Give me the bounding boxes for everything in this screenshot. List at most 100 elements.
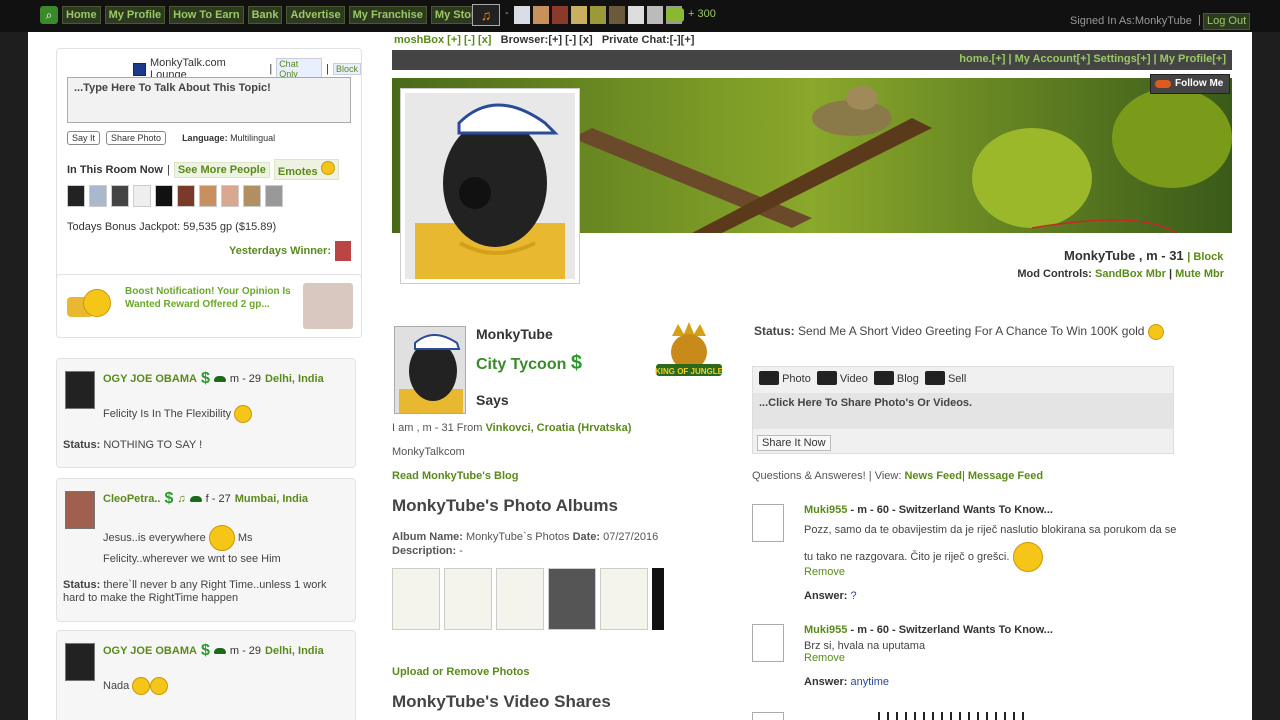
- boost-notification[interactable]: Boost Notification! Your Opinion Is Want…: [56, 274, 362, 338]
- online-users-strip: [514, 6, 682, 24]
- nav-how-to-earn-button[interactable]: How To Earn: [169, 6, 244, 24]
- online-user-avatar[interactable]: [590, 6, 606, 24]
- profile-username: MonkyTube: [476, 326, 553, 342]
- nav-my-profile-button[interactable]: My Profile: [104, 6, 166, 24]
- nav-home-button[interactable]: Home: [62, 6, 101, 24]
- block-button[interactable]: Block: [333, 63, 362, 75]
- lounge-panel: MonkyTalk.com Lounge | Chat Only | Block…: [56, 48, 362, 285]
- moshbox-controls[interactable]: moshBox [+] [-] [x]: [394, 34, 491, 46]
- news-feed-link[interactable]: News Feed: [904, 470, 961, 482]
- room-user-avatar[interactable]: [67, 185, 85, 207]
- logout-button[interactable]: Log Out: [1203, 13, 1251, 30]
- qa-remove-link[interactable]: Remove: [804, 566, 845, 578]
- feed-user-location[interactable]: Mumbai, India: [235, 493, 308, 505]
- profile-block-link[interactable]: | Block: [1187, 251, 1223, 263]
- sandbox-member-link[interactable]: SandBox Mbr: [1095, 268, 1166, 280]
- winking-smiley-icon: [234, 405, 253, 423]
- share-tab-video[interactable]: Video: [816, 371, 868, 385]
- see-more-people-button[interactable]: See More People: [173, 161, 270, 178]
- feed-avatar[interactable]: [65, 491, 95, 529]
- nav-advertise-button[interactable]: Advertise: [286, 6, 345, 24]
- feed-user-name[interactable]: OGY JOE OBAMA: [103, 645, 197, 657]
- room-user-avatar[interactable]: [133, 185, 151, 207]
- room-user-avatar[interactable]: [221, 185, 239, 207]
- message-feed-link[interactable]: Message Feed: [968, 470, 1043, 482]
- read-blog-link[interactable]: Read MonkyTube's Blog: [392, 470, 518, 482]
- mod-controls: Mod Controls: SandBox Mbr | Mute Mbr: [1017, 268, 1224, 280]
- qa-avatar[interactable]: [752, 624, 784, 662]
- album-thumbnail[interactable]: [392, 568, 440, 630]
- qa-remove-link[interactable]: Remove: [804, 652, 845, 664]
- lips-icon: [213, 648, 226, 654]
- follow-me-button[interactable]: Follow Me: [1150, 74, 1231, 94]
- online-user-avatar[interactable]: [571, 6, 587, 24]
- browser-controls[interactable]: Browser:[+] [-] [x]: [501, 34, 593, 46]
- profile-nav-links[interactable]: home.[+] | My Account[+] Settings[+] | M…: [959, 53, 1226, 65]
- share-it-now-button[interactable]: Share It Now: [757, 435, 831, 451]
- page: MonkyTalk.com Lounge | Chat Only | Block…: [28, 32, 1252, 720]
- nav-my-franchise-button[interactable]: My Franchise: [348, 6, 427, 24]
- share-input[interactable]: ...Click Here To Share Photo's Or Videos…: [753, 393, 1173, 429]
- feed-status-text: there`ll never b any Right Time..unless …: [63, 579, 327, 604]
- feed-user-name[interactable]: CleoPetra..: [103, 493, 160, 505]
- profile-photo[interactable]: [400, 88, 580, 284]
- album-thumbnail[interactable]: [496, 568, 544, 630]
- room-user-avatar[interactable]: [265, 185, 283, 207]
- profile-location-link[interactable]: Vinkovci, Croatia (Hrvatska): [486, 422, 632, 434]
- online-user-avatar[interactable]: [609, 6, 625, 24]
- gorilla-avatar-small: [395, 327, 465, 413]
- nav-bank-button[interactable]: Bank: [247, 6, 283, 24]
- online-user-avatar[interactable]: [628, 6, 644, 24]
- share-photo-button[interactable]: Share Photo: [106, 131, 167, 145]
- room-separator: |: [166, 163, 170, 176]
- boost-text[interactable]: Boost Notification! Your Opinion Is Want…: [125, 285, 295, 311]
- music-icon[interactable]: ♫: [472, 4, 500, 26]
- emotes-button[interactable]: Emotes: [273, 159, 339, 180]
- online-user-avatar[interactable]: [533, 6, 549, 24]
- online-user-avatar[interactable]: [552, 6, 568, 24]
- feed-user-location[interactable]: Delhi, India: [265, 373, 324, 385]
- room-user-avatar[interactable]: [89, 185, 107, 207]
- qa-author-name[interactable]: Muki955: [804, 624, 847, 636]
- qa-author-meta: - m - 60 - Switzerland Wants To Know...: [847, 504, 1053, 516]
- room-user-avatar[interactable]: [199, 185, 217, 207]
- share-tab-video-label: Video: [839, 373, 868, 385]
- say-it-button[interactable]: Say It: [67, 131, 101, 145]
- feed-user-location[interactable]: Delhi, India: [265, 645, 324, 657]
- share-tab-photo[interactable]: Photo: [759, 371, 811, 385]
- for-sale-sign-icon: [924, 371, 945, 385]
- online-user-avatar[interactable]: [514, 6, 530, 24]
- qa-author-name[interactable]: Muki955: [804, 504, 847, 516]
- winner-avatar[interactable]: [335, 241, 351, 261]
- feed-user-row: OGY JOE OBAMA $ m - 29 Delhi, India: [103, 371, 324, 387]
- lounge-input[interactable]: ...Type Here To Talk About This Topic!: [67, 77, 351, 123]
- upload-photos-link[interactable]: Upload or Remove Photos: [392, 666, 530, 678]
- room-user-avatar[interactable]: [243, 185, 261, 207]
- share-tab-sell[interactable]: Sell: [924, 371, 966, 385]
- room-user-avatar[interactable]: [177, 185, 195, 207]
- album-thumbnail[interactable]: [444, 568, 492, 630]
- room-user-avatar[interactable]: [155, 185, 173, 207]
- online-user-avatar[interactable]: [647, 6, 663, 24]
- feed-avatar[interactable]: [65, 643, 95, 681]
- album-next-arrow-icon[interactable]: [652, 568, 664, 630]
- partial-content: [878, 712, 1028, 720]
- private-chat-controls[interactable]: Private Chat:[-][+]: [602, 34, 695, 46]
- album-meta: Album Name: MonkyTube`s Photos Date: 07/…: [392, 530, 658, 558]
- qa-avatar[interactable]: [752, 712, 784, 720]
- share-tab-blog[interactable]: Blog: [873, 371, 919, 385]
- language-value[interactable]: Multilingual: [230, 133, 275, 143]
- feed-avatar[interactable]: [65, 371, 95, 409]
- mute-member-link[interactable]: Mute Mbr: [1175, 268, 1224, 280]
- album-name: MonkyTube`s Photos: [465, 531, 570, 543]
- chat-icon[interactable]: [666, 8, 684, 22]
- feed-user-name[interactable]: OGY JOE OBAMA: [103, 373, 197, 385]
- album-thumbnail[interactable]: [548, 568, 596, 630]
- search-icon[interactable]: ⌕: [40, 6, 58, 24]
- qa-avatar[interactable]: [752, 504, 784, 542]
- feed-card: OGY JOE OBAMA $ m - 29 Delhi, India Nada: [56, 630, 356, 720]
- qa-answer-text: ?: [850, 590, 857, 602]
- profile-small-avatar[interactable]: [394, 326, 466, 414]
- room-user-avatar[interactable]: [111, 185, 129, 207]
- album-thumbnail[interactable]: [600, 568, 648, 630]
